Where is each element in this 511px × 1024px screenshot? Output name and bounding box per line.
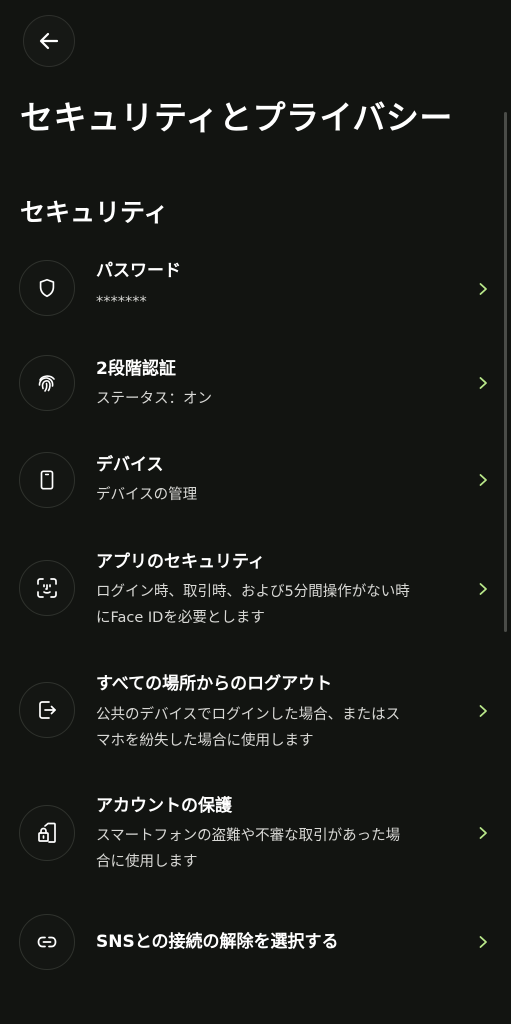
phone-icon [40, 470, 54, 490]
item-title: パスワード [96, 261, 181, 281]
chevron-right-icon [479, 936, 487, 948]
unlink-icon [37, 936, 57, 948]
unlink-sns-item[interactable]: SNSとの接続の解除を選択する [0, 912, 511, 974]
account-protection-icon [38, 822, 56, 843]
chevron-right-icon [479, 827, 487, 839]
arrow-left-icon [39, 32, 59, 50]
icon-circle [19, 260, 75, 316]
item-subtitle-line1: 公共のデバイスでログインした場合、またはス [96, 707, 401, 723]
chevron-right-icon [479, 583, 487, 595]
account-protection-item[interactable]: アカウントの保護 スマートフォンの盗難や不審な取引があった場 合に使用します [0, 792, 511, 882]
icon-circle [19, 355, 75, 411]
chevron-right-icon [479, 377, 487, 389]
chevron-right-icon [479, 705, 487, 717]
item-title: デバイス [96, 455, 164, 475]
item-title: 2段階認証 [96, 359, 176, 379]
item-subtitle: ステータス：オン [96, 391, 212, 407]
item-subtitle-line1: ログイン時、取引時、および5分間操作がない時 [96, 584, 410, 600]
two-factor-item[interactable]: 2段階認証 ステータス：オン [0, 352, 511, 422]
logout-icon [39, 701, 56, 719]
page-title: セキュリティとプライバシー [20, 98, 453, 137]
item-subtitle-line2: 合に使用します [96, 854, 198, 870]
item-subtitle: ******* [96, 294, 147, 310]
item-subtitle-line1: スマートフォンの盗難や不審な取引があった場 [96, 828, 401, 844]
fingerprint-icon [38, 375, 55, 392]
icon-circle [19, 682, 75, 738]
icon-circle [19, 560, 75, 616]
item-subtitle-line2: にFace IDを必要とします [96, 610, 265, 626]
icon-circle [19, 805, 75, 861]
item-subtitle-line2: マホを紛失した場合に使用します [96, 733, 314, 749]
item-title: SNSとの接続の解除を選択する [96, 932, 339, 952]
item-subtitle: デバイスの管理 [96, 487, 198, 503]
section-title: セキュリティ [20, 198, 169, 227]
item-title: アプリのセキュリティ [96, 552, 265, 572]
chevron-right-icon [479, 474, 487, 486]
app-security-item[interactable]: アプリのセキュリティ ログイン時、取引時、および5分間操作がない時 にFace … [0, 546, 511, 636]
shield-icon [39, 278, 55, 298]
face-id-icon [37, 578, 57, 598]
icon-circle [19, 914, 75, 970]
chevron-right-icon [479, 283, 487, 295]
item-title: アカウントの保護 [96, 796, 232, 816]
devices-item[interactable]: デバイス デバイスの管理 [0, 448, 511, 518]
back-button[interactable] [23, 15, 75, 67]
logout-everywhere-item[interactable]: すべての場所からのログアウト 公共のデバイスでログインした場合、またはス マホを… [0, 670, 511, 760]
icon-circle [19, 452, 75, 508]
item-title: すべての場所からのログアウト [96, 674, 333, 694]
password-item[interactable]: パスワード ******* [0, 255, 511, 325]
security-privacy-screen: セキュリティとプライバシー セキュリティ パスワード ******* 2段階認証… [0, 0, 511, 1024]
